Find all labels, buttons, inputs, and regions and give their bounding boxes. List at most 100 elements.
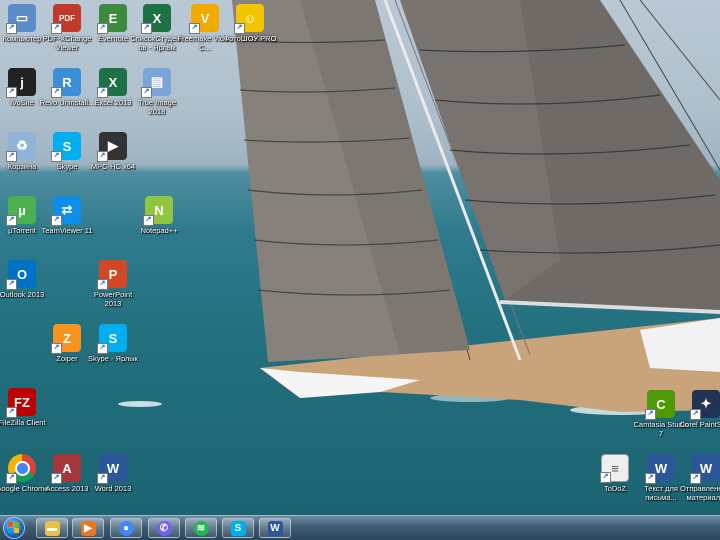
taskbar-skype-button[interactable]: S	[222, 518, 254, 538]
revo-uninstaller-icon: R ↗	[51, 68, 81, 98]
windows-start-icon	[8, 522, 19, 533]
skype-icon: S	[230, 520, 246, 536]
mpc-hc-icon: ▶ ↗	[97, 132, 127, 162]
shortcut-arrow-icon: ↗	[6, 473, 17, 484]
shortcut-arrow-icon: ↗	[690, 473, 701, 484]
shortcut-arrow-icon: ↗	[51, 215, 62, 226]
corel-paintshop-icon: ✦ ↗	[690, 390, 720, 420]
windows-start-button[interactable]	[3, 517, 25, 539]
spotify-icon: ≋	[193, 520, 209, 536]
viber-icon: ✆	[156, 520, 172, 536]
skype-shortcut-icon: S ↗	[97, 324, 127, 354]
taskbar-explorer-button[interactable]: ▬	[36, 518, 68, 538]
filezilla-icon: FZ ↗	[6, 388, 36, 418]
shortcut-arrow-icon: ↗	[143, 215, 154, 226]
shortcut-arrow-icon: ↗	[234, 23, 245, 34]
pdf-xchange-icon: PDF ↗	[51, 4, 81, 34]
desktop-icon-word[interactable]: W ↗ Word 2013	[85, 454, 141, 494]
teamviewer-icon: ⇄ ↗	[51, 196, 81, 226]
camtasia-icon: C ↗	[645, 390, 675, 420]
shortcut-arrow-icon: ↗	[51, 343, 62, 354]
desktop-icon-word-doc-2[interactable]: W↗Отправленные материалы	[678, 454, 720, 502]
shortcut-arrow-icon: ↗	[645, 409, 656, 420]
shortcut-arrow-icon: ↗	[6, 279, 17, 290]
desktop-icon-true-image[interactable]: ▤ ↗ True Image 2018	[129, 68, 185, 116]
shortcut-arrow-icon: ↗	[6, 151, 17, 162]
shortcut-arrow-icon: ↗	[97, 151, 108, 162]
desktop-icon-corel-paintshop[interactable]: ✦↗Corel PaintSh...	[678, 390, 720, 430]
desktop-icon-label: Word 2013	[94, 484, 132, 493]
shortcut-arrow-icon: ↗	[51, 87, 62, 98]
utorrent-icon: µ ↗	[6, 196, 36, 226]
taskbar-viber-button[interactable]: ✆	[148, 518, 180, 538]
recycle-bin-icon: ♻ ↗	[6, 132, 36, 162]
shortcut-arrow-icon: ↗	[97, 343, 108, 354]
shortcut-arrow-icon: ↗	[97, 279, 108, 290]
text-file-icon: ≡ ↗	[600, 454, 629, 483]
shortcut-arrow-icon: ↗	[51, 23, 62, 34]
chrome-icon: ●	[118, 520, 134, 536]
evernote-icon: E ↗	[97, 4, 127, 34]
skype-icon: S ↗	[51, 132, 81, 162]
word-doc-icon: W ↗	[645, 454, 675, 484]
shortcut-arrow-icon: ↗	[6, 407, 17, 418]
shortcut-arrow-icon: ↗	[141, 87, 152, 98]
shortcut-arrow-icon: ↗	[645, 473, 656, 484]
shortcut-arrow-icon: ↗	[51, 151, 62, 162]
taskbar: ▬ ▶ ● ✆ ≋ S W	[0, 515, 720, 540]
zoiper-icon: Z ↗	[51, 324, 81, 354]
freemake-icon: V ↗	[189, 4, 219, 34]
chrome-icon: ↗	[6, 454, 36, 484]
fotoshow-icon: ☺ ↗	[234, 4, 264, 34]
true-image-icon: ▤ ↗	[141, 68, 171, 98]
desktop-icon-label: Notepad++	[140, 226, 178, 235]
media-player-icon: ▶	[80, 520, 96, 536]
desktop-icon-label: Outlook 2013	[0, 290, 45, 299]
taskbar-media-player-button[interactable]: ▶	[72, 518, 104, 538]
computer-icon: ▭ ↗	[6, 4, 36, 34]
desktop-icon-label: ФотоШОУ PRO	[223, 34, 277, 43]
desktop-icon-outlook[interactable]: O ↗ Outlook 2013	[0, 260, 50, 300]
taskbar-spotify-button[interactable]: ≋	[185, 518, 217, 538]
outlook-icon: O ↗	[6, 260, 36, 290]
desktop-icon-label: Отправленные материалы	[680, 484, 720, 502]
desktop-icon-fotoshow[interactable]: ☺ ↗ ФотоШОУ PRO	[222, 4, 278, 44]
shortcut-arrow-icon: ↗	[6, 215, 17, 226]
desktop-icon-label: Skype - Ярлык	[88, 354, 138, 363]
shortcut-arrow-icon: ↗	[97, 473, 108, 484]
ivosite-icon: j ↗	[6, 68, 36, 98]
desktop-icon-teamviewer[interactable]: ⇄ ↗ TeamViewer 11	[39, 196, 95, 236]
desktop-icon-label: MPC-HC x64	[90, 162, 136, 171]
desktop-icon-powerpoint[interactable]: P ↗ PowerPoint 2013	[85, 260, 141, 308]
desktop-icon-label: True Image 2018	[137, 98, 177, 116]
notepadpp-icon: N ↗	[143, 196, 173, 226]
desktop-icon-label: TeamViewer 11	[41, 226, 93, 235]
desktop[interactable]: ▭ ↗ Компьютер PDF ↗ PDF-XChange Viewer E ↗ Evern…	[0, 0, 720, 515]
taskbar-word-button[interactable]: W	[259, 518, 291, 538]
shortcut-arrow-icon: ↗	[51, 473, 62, 484]
shortcut-arrow-icon: ↗	[97, 23, 108, 34]
shortcut-arrow-icon: ↗	[6, 87, 17, 98]
desktop-icon-label: Corel PaintSh...	[679, 420, 720, 429]
shortcut-arrow-icon: ↗	[97, 87, 108, 98]
shortcut-arrow-icon: ↗	[189, 23, 200, 34]
access-icon: A ↗	[51, 454, 81, 484]
word-icon: W ↗	[97, 454, 127, 484]
word-doc-icon-2: W ↗	[690, 454, 720, 484]
desktop-icon-label: FileZilla Client	[0, 418, 46, 427]
shortcut-arrow-icon: ↗	[600, 472, 611, 483]
shortcut-arrow-icon: ↗	[141, 23, 152, 34]
shortcut-arrow-icon: ↗	[6, 23, 17, 34]
desktop-icon-mpc-hc[interactable]: ▶ ↗ MPC-HC x64	[85, 132, 141, 172]
desktop-icon-notepadpp[interactable]: N ↗ Notepad++	[131, 196, 187, 236]
desktop-icon-filezilla[interactable]: FZ ↗ FileZilla Client	[0, 388, 50, 428]
excel-file-icon: X ↗	[141, 4, 171, 34]
taskbar-chrome-button[interactable]: ●	[110, 518, 142, 538]
folder-icon: ▬	[44, 520, 60, 536]
word-icon: W	[267, 520, 283, 536]
desktop-icon-skype-shortcut[interactable]: S ↗ Skype - Ярлык	[85, 324, 141, 364]
excel-icon: X ↗	[97, 68, 127, 98]
desktop-icon-label: PowerPoint 2013	[93, 290, 133, 308]
shortcut-arrow-icon: ↗	[690, 409, 701, 420]
powerpoint-icon: P ↗	[97, 260, 127, 290]
